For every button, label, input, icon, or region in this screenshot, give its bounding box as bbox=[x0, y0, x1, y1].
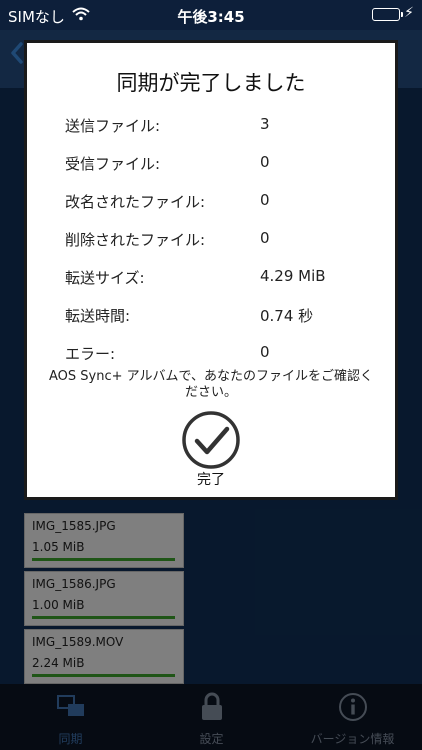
stat-value: 3 bbox=[260, 115, 270, 133]
stat-label: 削除されたファイル: bbox=[65, 231, 206, 249]
stat-label: 送信ファイル: bbox=[65, 117, 161, 135]
stat-value: 0.74 秒 bbox=[260, 307, 314, 325]
stat-row: 削除されたファイル: 0 bbox=[65, 229, 385, 253]
stat-value: 0 bbox=[260, 191, 270, 209]
stat-label: 改名されたファイル: bbox=[65, 193, 206, 211]
stat-row: 受信ファイル: 0 bbox=[65, 153, 385, 177]
screen: SIMなし 午後3:45 ⚡ IMG_1585.JPG 1.05 MiB IMG_1… bbox=[0, 0, 422, 750]
done-label: 完了 bbox=[197, 471, 225, 487]
charging-bolt-icon: ⚡ bbox=[404, 5, 414, 21]
dialog-title: 同期が完了しました bbox=[116, 71, 306, 95]
stat-label: 転送時間: bbox=[65, 307, 131, 325]
status-bar: SIMなし 午後3:45 ⚡ bbox=[0, 0, 422, 30]
stat-label: エラー: bbox=[65, 345, 116, 363]
stat-row: 改名されたファイル: 0 bbox=[65, 191, 385, 215]
stat-value: 0 bbox=[260, 343, 270, 361]
stat-value: 0 bbox=[260, 229, 270, 247]
stat-value: 0 bbox=[260, 153, 270, 171]
stat-row: 転送時間: 0.74 秒 bbox=[65, 305, 385, 329]
checkmark-circle-icon bbox=[181, 410, 241, 473]
stat-row: 送信ファイル: 3 bbox=[65, 115, 385, 139]
stat-row: 転送サイズ: 4.29 MiB bbox=[65, 267, 385, 291]
stat-row: エラー: 0 bbox=[65, 343, 385, 367]
battery-icon bbox=[372, 8, 403, 21]
stat-label: 転送サイズ: bbox=[65, 269, 145, 287]
sync-complete-dialog: 同期が完了しました 送信ファイル: 3 受信ファイル: 0 改名されたファイル: 0 削除さ… bbox=[27, 43, 395, 497]
stat-value: 4.29 MiB bbox=[260, 267, 326, 285]
done-button[interactable]: 完了 bbox=[175, 408, 247, 488]
confirm-message: AOS Sync+ アルバムで、あなたのファイルをご確認ください。 bbox=[49, 369, 373, 400]
stat-label: 受信ファイル: bbox=[65, 155, 161, 173]
clock: 午後3:45 bbox=[177, 8, 245, 26]
